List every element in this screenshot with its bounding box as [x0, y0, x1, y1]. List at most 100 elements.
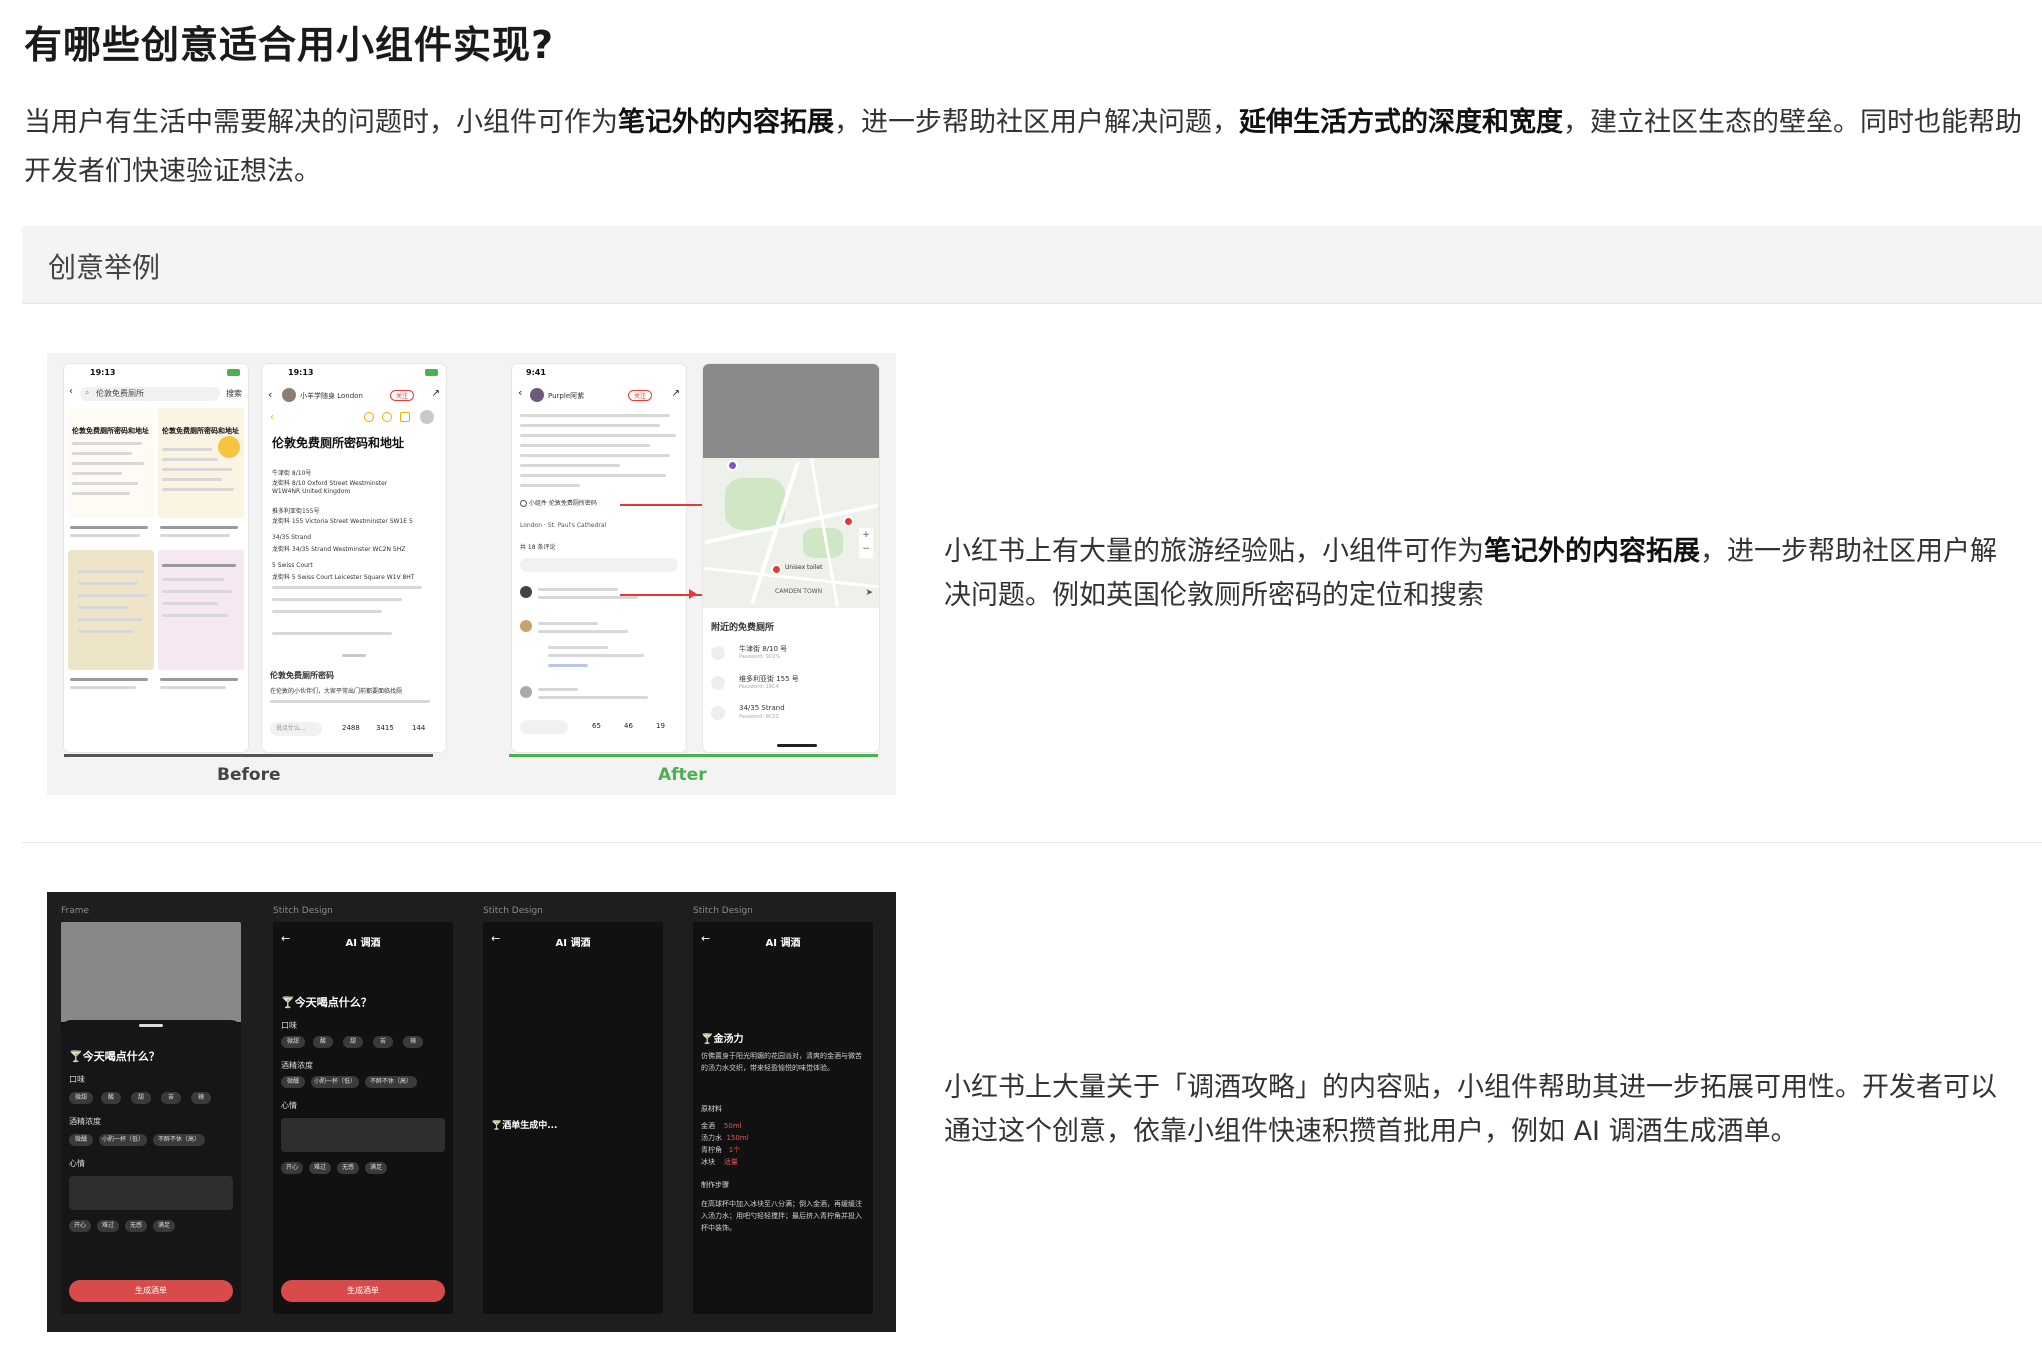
- map-view[interactable]: Unisex toilet CAMDEN TOWN + − ➤: [703, 458, 879, 608]
- intro-bold-1: 笔记外的内容拓展: [618, 107, 834, 138]
- battery-icon: [227, 369, 240, 376]
- after-map-screen: Unisex toilet CAMDEN TOWN + − ➤ 附近的免费厕所 牛…: [703, 364, 879, 752]
- row-divider: [22, 842, 2042, 843]
- result-card-2[interactable]: 伦敦免费厕所密码和地址: [158, 408, 244, 518]
- nearby-title: 附近的免费厕所: [711, 623, 775, 633]
- strength-chip[interactable]: 微醺: [69, 1134, 93, 1146]
- mood-chip[interactable]: 无感: [337, 1162, 359, 1174]
- comment-count[interactable]: 144: [412, 724, 425, 732]
- locate-icon[interactable]: ➤: [865, 588, 873, 598]
- bottom-sheet: 🍸今天喝点什么？ 口味 微甜 酸 甜 苦 辣 酒精浓度 微醺 小酌一杯（低） 不…: [61, 1020, 241, 1314]
- star-count[interactable]: 46: [624, 722, 633, 730]
- zoom-controls[interactable]: + −: [859, 528, 873, 558]
- taste-chip[interactable]: 酸: [313, 1036, 333, 1048]
- strength-chip[interactable]: 小酌一杯（低）: [311, 1076, 359, 1088]
- mood-chip[interactable]: 满足: [153, 1220, 175, 1232]
- frame-label: Stitch Design: [273, 906, 333, 916]
- comments-heading: 共 18 条评论: [520, 544, 556, 551]
- example1-image: 19:13 ⌕ 伦敦免费厕所 搜索 ‹ 伦敦免费厕所密码和地址 伦敦免费厕所密码…: [47, 353, 896, 795]
- mood-chip[interactable]: 开心: [281, 1162, 303, 1174]
- mood-chip[interactable]: 难过: [97, 1220, 119, 1232]
- generate-button[interactable]: 生成酒单: [69, 1280, 233, 1302]
- location-tag[interactable]: London · St. Paul's Cathedral: [520, 522, 606, 529]
- comment-count[interactable]: 19: [656, 722, 665, 730]
- taste-chip[interactable]: 微甜: [281, 1036, 305, 1048]
- taste-chip[interactable]: 苦: [373, 1036, 393, 1048]
- nearby-item-3[interactable]: 34/35 Strand Password: 9C0Z: [711, 702, 871, 726]
- map-header: [703, 364, 879, 458]
- author-name: Purple阿紫: [548, 392, 585, 400]
- taste-chip[interactable]: 微甜: [69, 1092, 93, 1104]
- app-title: AI 调酒: [555, 938, 591, 949]
- mood-chip[interactable]: 满足: [365, 1162, 387, 1174]
- strength-chip[interactable]: 不醉不休（高）: [153, 1134, 205, 1146]
- avatar[interactable]: [530, 388, 544, 402]
- taste-chip[interactable]: 辣: [403, 1036, 423, 1048]
- strength-chip[interactable]: 小酌一杯（低）: [99, 1134, 147, 1146]
- arrow-head-icon: [689, 589, 697, 599]
- frame-label: Stitch Design: [483, 906, 543, 916]
- back-icon[interactable]: ‹: [69, 386, 73, 397]
- before-label: Before: [217, 765, 281, 785]
- area-label: CAMDEN TOWN: [775, 588, 823, 595]
- mood-input[interactable]: [69, 1176, 233, 1210]
- map-pin-icon[interactable]: [771, 564, 782, 575]
- nearby-item-1[interactable]: 牛津街 8/10 号 Password: 9C0%: [711, 642, 871, 666]
- search-query: 伦敦免费厕所: [96, 389, 144, 398]
- steps-text: 在高球杯中加入冰块至八分满；倒入金酒，再缓缓注入汤力水；用吧勺轻轻搅拌；最后挤入…: [701, 1200, 862, 1232]
- avatar[interactable]: [282, 388, 296, 402]
- mood-chip[interactable]: 难过: [309, 1162, 331, 1174]
- follow-button[interactable]: 关注: [390, 390, 415, 401]
- map-pin-icon[interactable]: [727, 460, 738, 471]
- question-heading: 🍸今天喝点什么？: [281, 996, 372, 1009]
- taste-chip[interactable]: 甜: [131, 1092, 151, 1104]
- nearby-item-2[interactable]: 维多利亚街 155 号 Password: 18C4: [711, 672, 871, 696]
- commenter-avatar: [520, 620, 532, 632]
- note-title: 伦敦免费厕所密码和地址: [272, 436, 405, 450]
- before-underline: [64, 754, 433, 757]
- taste-chip[interactable]: 辣: [191, 1092, 211, 1104]
- strength-chip[interactable]: 微醺: [281, 1076, 305, 1088]
- comment-input[interactable]: 说点什么...: [270, 722, 322, 736]
- strength-chip[interactable]: 不醉不休（高）: [365, 1076, 417, 1088]
- like-count[interactable]: 65: [592, 722, 601, 730]
- search-bar[interactable]: ⌕ 伦敦免费厕所: [80, 387, 220, 401]
- taste-chip[interactable]: 苦: [161, 1092, 181, 1104]
- search-button[interactable]: 搜索: [226, 388, 242, 399]
- taste-chip[interactable]: 酸: [101, 1092, 121, 1104]
- toilet-icon: [711, 706, 725, 720]
- ingredient-row: 青柠角 1个: [701, 1146, 741, 1154]
- back-icon[interactable]: ‹: [268, 388, 272, 401]
- generate-button[interactable]: 生成酒单: [281, 1280, 445, 1302]
- drink-description: 仿佛置身于阳光明媚的花园派对，清爽的金酒与微苦的汤力水交织，带来轻盈愉悦的味觉体…: [701, 1052, 862, 1072]
- share-icon[interactable]: ↗: [432, 388, 440, 399]
- map-pin-icon[interactable]: [843, 516, 854, 527]
- commenter-avatar: [520, 586, 532, 598]
- star-count[interactable]: 3415: [376, 724, 394, 732]
- mood-input[interactable]: [281, 1118, 445, 1152]
- intro-bold-2: 延伸生活方式的深度和宽度: [1239, 107, 1563, 138]
- app-title: AI 调酒: [765, 938, 801, 949]
- share-icon[interactable]: ↗: [672, 388, 680, 399]
- frame-label: Stitch Design: [693, 906, 753, 916]
- result-card-1[interactable]: 伦敦免费厕所密码和地址: [68, 408, 154, 518]
- back-icon[interactable]: ‹: [518, 386, 522, 399]
- status-bar: 9:41: [526, 368, 546, 377]
- mood-chip[interactable]: 无感: [125, 1220, 147, 1232]
- mood-chip[interactable]: 开心: [69, 1220, 91, 1232]
- widget-icon: [520, 500, 527, 507]
- taste-chip[interactable]: 甜: [343, 1036, 363, 1048]
- widget-link[interactable]: 小组件 伦敦免费厕所密码: [520, 498, 620, 510]
- after-label: After: [658, 765, 707, 785]
- generating-status: 🍸酒单生成中...: [491, 1121, 558, 1131]
- example1-description: 小红书上有大量的旅游经验贴，小组件可作为笔记外的内容拓展，进一步帮助社区用户解决…: [944, 536, 1997, 611]
- comment-input[interactable]: [520, 720, 568, 734]
- example2-description: 小红书上大量关于「调酒攻略」的内容贴，小组件帮助其进一步拓展可用性。开发者可以通…: [944, 1072, 1997, 1147]
- like-count[interactable]: 2488: [342, 724, 360, 732]
- battery-icon: [425, 369, 438, 376]
- result-card-3[interactable]: [68, 550, 154, 670]
- result-card-4[interactable]: [158, 550, 244, 670]
- follow-button[interactable]: 关注: [628, 390, 653, 401]
- after-underline: [509, 754, 878, 757]
- toilet-icon: [711, 676, 725, 690]
